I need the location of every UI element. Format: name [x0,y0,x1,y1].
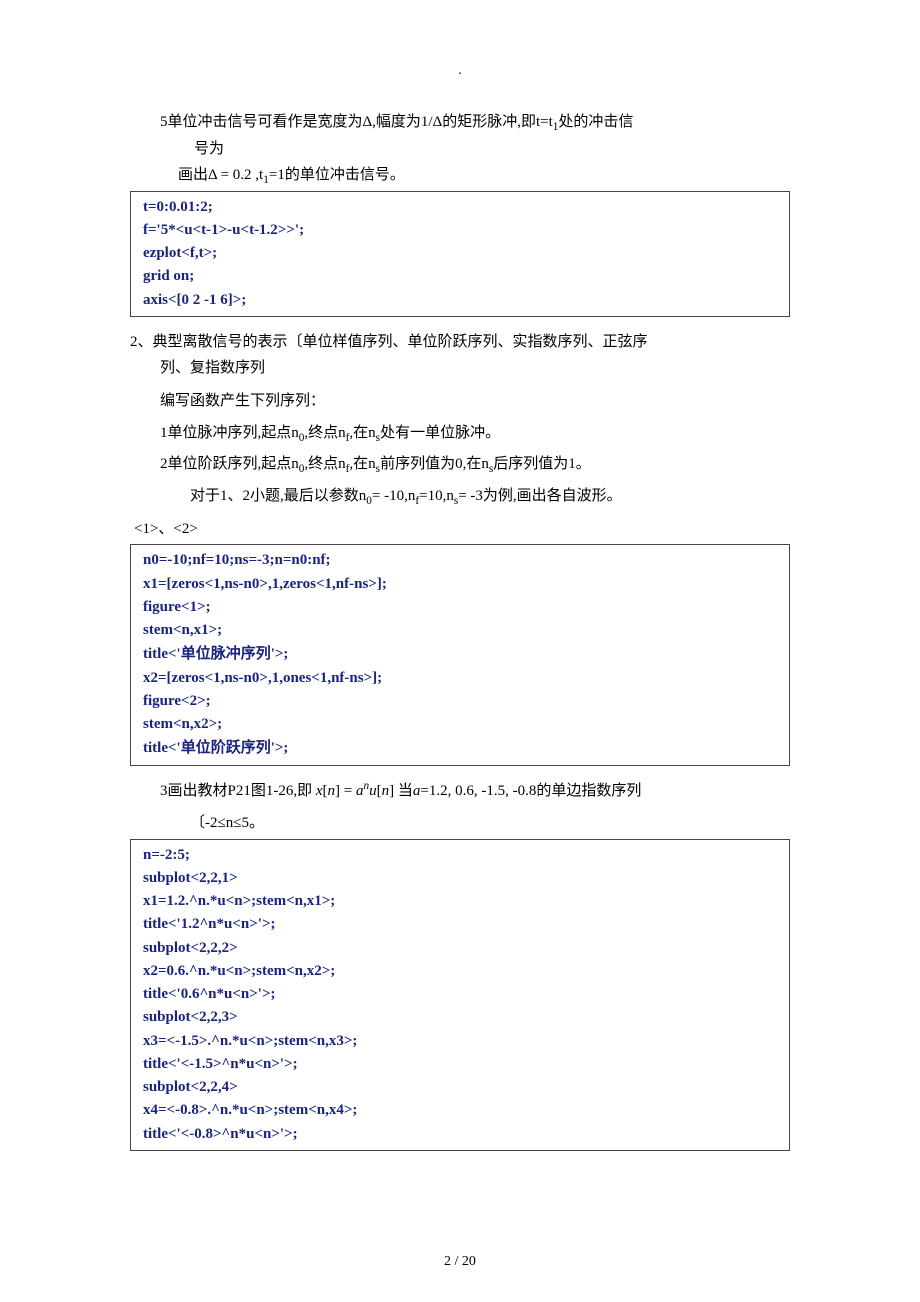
label-1-2: <1>、<2> [130,518,790,541]
text: 画出 [178,167,208,183]
code-line: f='5*<u<t-1>-u<t-1.2>>'; [143,219,777,242]
text: 当 [394,783,413,799]
text: '>; [271,646,289,662]
document-page: . 5单位冲击信号可看作是宽度为Δ,幅度为1/Δ的矩形脉冲,即t=t1处的冲击信… [0,0,920,1302]
problem-5-line1: 5单位冲击信号可看作是宽度为Δ,幅度为1/Δ的矩形脉冲,即t=t1处的冲击信 [130,111,790,134]
var-n: n [328,783,336,799]
code-line: stem<n,x1>; [143,619,777,642]
code-line: title<'0.6^n*u<n>'>; [143,983,777,1006]
code-line: title<'单位脉冲序列'>; [143,642,777,666]
code-block-1: t=0:0.01:2; f='5*<u<t-1>-u<t-1.2>>'; ezp… [130,191,790,317]
text: 处的冲击信 [558,114,633,130]
question-1: 1单位脉冲序列,起点n0,终点nf,在ns处有一单位脉冲。 [130,422,790,445]
var-n: n [382,783,390,799]
text: 1单位脉冲序列,起点n [160,425,299,441]
code-line: title<'单位阶跃序列'>; [143,736,777,760]
text: 对于1、2小题,最后以参数n [190,488,366,504]
code-line: subplot<2,2,1> [143,867,777,890]
text: title<' [143,740,181,756]
text: ,终点n [304,425,345,441]
section-2-title-line2: 列、复指数序列 [130,357,790,380]
problem-5-line3: 画出Δ = 0.2 ,t1=1的单位冲击信号。 [130,164,790,187]
code-line: subplot<2,2,4> [143,1076,777,1099]
delta-symbol: Δ [363,114,373,130]
text: =10,n [419,488,454,504]
code-line: stem<n,x2>; [143,713,777,736]
delta-symbol: Δ [208,167,217,183]
code-line: grid on; [143,265,777,288]
text: 2单位阶跃序列,起点n [160,456,299,472]
text: =1.2, 0.6, -1.5, -0.8的单边指数序列 [420,783,641,799]
text: ] = [335,783,356,799]
delta-symbol: Δ [433,114,443,130]
code-line: n0=-10;nf=10;ns=-3;n=n0:nf; [143,549,777,572]
code-line: figure<1>; [143,596,777,619]
parameter-note: 对于1、2小题,最后以参数n0= -10,nf=10,ns= -3为例,画出各自… [130,485,790,508]
question-3-line1: 3画出教材P21图1-26,即 x[n] = anu[n] 当a=1.2, 0.… [130,780,790,803]
question-3-line2: 〔-2≤n≤5。 [130,812,790,835]
section-2-title-line1: 2、典型离散信号的表示〔单位样值序列、单位阶跃序列、实指数序列、正弦序 [160,331,790,354]
text: 后序列值为1。 [493,456,591,472]
code-line: subplot<2,2,2> [143,937,777,960]
var-u: u [369,783,377,799]
text: 处有一单位脉冲。 [380,425,500,441]
code-line: title<'<-0.8>^n*u<n>'>; [143,1123,777,1146]
code-line: subplot<2,2,3> [143,1006,777,1029]
code-line: axis<[0 2 -1 6]>; [143,289,777,312]
question-2: 2单位阶跃序列,起点n0,终点nf,在ns前序列值为0,在ns后序列值为1。 [130,453,790,476]
text: 3画出教材P21图1-26,即 [160,783,316,799]
text: = -10,n [372,488,415,504]
problem-5-line2: 号为 [130,138,790,161]
code-line: figure<2>; [143,690,777,713]
text: ,在n [349,456,375,472]
text: = -3为例,画出各自波形。 [458,488,621,504]
code-block-3: n=-2:5; subplot<2,2,1> x1=1.2.^n.*u<n>;s… [130,839,790,1151]
section-2-intro: 编写函数产生下列序列： [130,390,790,413]
text: = 0.2 ,t [217,167,263,183]
code-line: x3=<-1.5>.^n.*u<n>;stem<n,x3>; [143,1030,777,1053]
page-footer: 2 / 20 [0,1251,920,1272]
code-line: n=-2:5; [143,844,777,867]
code-line: x2=0.6.^n.*u<n>;stem<n,x2>; [143,960,777,983]
code-line: x1=[zeros<1,ns-n0>,1,zeros<1,nf-ns>]; [143,573,777,596]
text: title<' [143,646,181,662]
text: '>; [271,740,289,756]
text: ,幅度为1/ [372,114,432,130]
code-line: x1=1.2.^n.*u<n>;stem<n,x1>; [143,890,777,913]
text: 单位脉冲序列 [181,645,271,662]
header-dot: . [130,60,790,81]
text: 单位阶跃序列 [181,739,271,756]
text: 前序列值为0,在n [380,456,489,472]
var-x: x [316,783,323,799]
text: 的矩形脉冲,即t=t [442,114,553,130]
text: ,终点n [304,456,345,472]
code-block-2: n0=-10;nf=10;ns=-3;n=n0:nf; x1=[zeros<1,… [130,544,790,765]
code-line: title<'<-1.5>^n*u<n>'>; [143,1053,777,1076]
code-line: ezplot<f,t>; [143,242,777,265]
code-line: x4=<-0.8>.^n.*u<n>;stem<n,x4>; [143,1099,777,1122]
code-line: t=0:0.01:2; [143,196,777,219]
text: 5单位冲击信号可看作是宽度为 [160,114,363,130]
text: =1的单位冲击信号。 [269,167,405,183]
text: ,在n [349,425,375,441]
code-line: title<'1.2^n*u<n>'>; [143,913,777,936]
code-line: x2=[zeros<1,ns-n0>,1,ones<1,nf-ns>]; [143,667,777,690]
